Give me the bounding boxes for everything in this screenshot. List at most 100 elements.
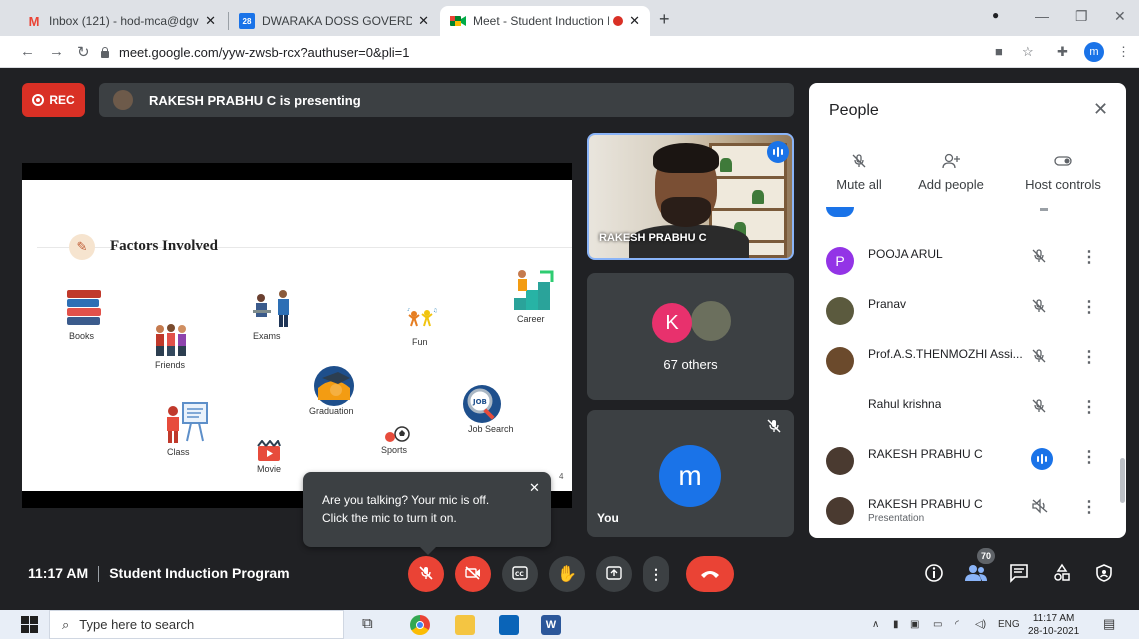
url-field[interactable]: meet.google.com/yyw-zwsb-rcx?authuser=0&…: [100, 40, 980, 64]
participant-avatar-photo: [689, 299, 733, 343]
participant-avatar: [826, 447, 854, 475]
outlook-app-icon[interactable]: [499, 615, 519, 635]
partial-participant-mic-icon: [1040, 208, 1048, 211]
mic-off-icon[interactable]: [1031, 398, 1047, 417]
chat-icon[interactable]: [1009, 563, 1029, 588]
mic-off-icon[interactable]: [1031, 298, 1047, 317]
tooltip-line-2: Click the mic to turn it on.: [322, 511, 457, 525]
others-video-tile[interactable]: K 67 others: [587, 273, 794, 400]
participant-row[interactable]: Prof.A.S.THENMOZHI Assi... ⋮: [809, 337, 1126, 387]
more-options-icon[interactable]: ⋮: [1081, 247, 1097, 267]
participant-avatar: [826, 297, 854, 325]
participant-row[interactable]: Rahul krishna ⋮: [809, 387, 1126, 437]
presentation-audio-off-icon[interactable]: [1031, 498, 1049, 517]
tab-calendar[interactable]: 28 DWARAKA DOSS GOVERDHAN D ✕: [229, 6, 439, 36]
mute-all-button[interactable]: Mute all: [809, 153, 909, 192]
taskbar-search-field[interactable]: ⌕ Type here to search: [49, 610, 344, 639]
tray-overflow-icon[interactable]: ∧: [872, 619, 879, 630]
raise-hand-button[interactable]: ✋: [549, 556, 585, 592]
more-options-icon[interactable]: ⋮: [1081, 347, 1097, 367]
windows-start-icon[interactable]: [21, 616, 38, 633]
more-options-icon[interactable]: ⋮: [1081, 497, 1097, 517]
more-options-icon[interactable]: ⋮: [1081, 397, 1097, 417]
meeting-details-icon[interactable]: [924, 563, 944, 588]
url-text: meet.google.com/yyw-zwsb-rcx?authuser=0&…: [119, 44, 410, 60]
new-tab-button[interactable]: +: [659, 9, 670, 30]
restore-icon[interactable]: ❐: [1075, 8, 1088, 25]
task-view-icon[interactable]: ⧉: [362, 615, 382, 635]
participant-row[interactable]: RAKESH PRABHU C ⋮: [809, 437, 1126, 487]
window-close-icon[interactable]: ✕: [1114, 8, 1126, 25]
chrome-account-icon[interactable]: ●: [992, 8, 999, 22]
present-now-button[interactable]: [596, 556, 632, 592]
close-tab-icon[interactable]: ✕: [418, 13, 429, 29]
minimize-icon[interactable]: —: [1035, 8, 1049, 24]
host-controls-shield-icon[interactable]: [1094, 563, 1114, 588]
participant-row[interactable]: Pranav ⋮: [809, 287, 1126, 337]
search-placeholder: Type here to search: [79, 617, 195, 632]
camera-in-use-icon[interactable]: ■: [995, 44, 1003, 59]
divider: [98, 566, 100, 583]
factor-label: Sports: [381, 445, 408, 455]
participant-name: RAKESH PRABHU C: [868, 497, 983, 511]
back-icon[interactable]: ←: [20, 43, 35, 60]
volume-icon[interactable]: ◁): [975, 619, 986, 630]
browser-tab-bar: M Inbox (121) - hod-mca@dgvaish ✕ 28 DWA…: [0, 0, 1139, 36]
close-tab-icon[interactable]: ✕: [205, 13, 216, 29]
recording-badge[interactable]: REC: [22, 83, 85, 117]
participant-row[interactable]: P POOJA ARUL ⋮: [809, 237, 1126, 287]
chrome-app-icon[interactable]: [410, 615, 430, 635]
mic-off-icon: [767, 419, 781, 436]
extensions-icon[interactable]: ✚: [1057, 44, 1068, 60]
presenting-text: RAKESH PRABHU C is presenting: [149, 92, 361, 108]
file-explorer-icon[interactable]: [455, 615, 475, 635]
wifi-icon[interactable]: ◜: [955, 619, 959, 630]
close-panel-icon[interactable]: ✕: [1093, 99, 1108, 120]
host-controls-icon: [1013, 153, 1113, 177]
word-app-icon[interactable]: W: [541, 615, 561, 635]
career-icon: [510, 268, 554, 317]
record-icon: [32, 94, 45, 106]
meeting-info: 11:17 AM Student Induction Program: [28, 565, 290, 583]
participant-row[interactable]: RAKESH PRABHU C Presentation ⋮: [809, 487, 1126, 537]
exams-icon: [251, 288, 295, 333]
self-video-tile[interactable]: m You: [587, 410, 794, 537]
camera-toggle-button[interactable]: [455, 556, 491, 592]
browser-menu-icon[interactable]: ⋮: [1117, 44, 1130, 60]
notifications-icon[interactable]: ▤: [1103, 616, 1115, 632]
partial-participant-avatar: [826, 207, 854, 217]
more-options-button[interactable]: ⋮: [643, 556, 669, 592]
more-options-icon[interactable]: ⋮: [1081, 297, 1097, 317]
close-tooltip-icon[interactable]: ✕: [529, 479, 540, 497]
people-panel: People ✕ Mute all Add people Host contro…: [809, 83, 1126, 538]
speaking-indicator-icon: [767, 141, 789, 163]
forward-icon[interactable]: →: [49, 43, 64, 60]
leave-call-button[interactable]: [686, 556, 734, 592]
factor-label: Exams: [253, 331, 281, 341]
mic-toggle-button[interactable]: [408, 556, 444, 592]
tray-app-icon[interactable]: ▮: [893, 619, 899, 630]
profile-avatar[interactable]: m: [1084, 42, 1104, 62]
host-controls-button[interactable]: Host controls: [1013, 153, 1113, 192]
add-people-button[interactable]: Add people: [901, 153, 1001, 192]
address-bar: ← → ↻ meet.google.com/yyw-zwsb-rcx?authu…: [0, 36, 1139, 68]
presenter-video-tile[interactable]: RAKESH PRABHU C: [587, 133, 794, 260]
battery-icon[interactable]: ▭: [933, 619, 942, 630]
tab-meet[interactable]: Meet - Student Induction Pr ✕: [440, 6, 650, 36]
captions-button[interactable]: CC: [502, 556, 538, 592]
people-icon[interactable]: [964, 563, 988, 588]
language-indicator[interactable]: ENG: [998, 619, 1020, 630]
panel-scrollbar[interactable]: [1120, 458, 1125, 503]
activities-icon[interactable]: [1052, 563, 1072, 588]
present-screen-icon: [606, 565, 622, 583]
tray-meet-icon[interactable]: ▣: [910, 619, 919, 630]
mic-off-icon[interactable]: [1031, 348, 1047, 367]
taskbar-clock[interactable]: 11:17 AM 28-10-2021: [1028, 612, 1079, 638]
tab-gmail[interactable]: M Inbox (121) - hod-mca@dgvaish ✕: [16, 6, 226, 36]
mic-off-icon[interactable]: [1031, 248, 1047, 267]
bookmark-star-icon[interactable]: ☆: [1022, 44, 1034, 60]
lock-icon: [100, 46, 110, 58]
close-tab-icon[interactable]: ✕: [629, 13, 640, 29]
more-options-icon[interactable]: ⋮: [1081, 447, 1097, 467]
reload-icon[interactable]: ↻: [77, 43, 90, 61]
